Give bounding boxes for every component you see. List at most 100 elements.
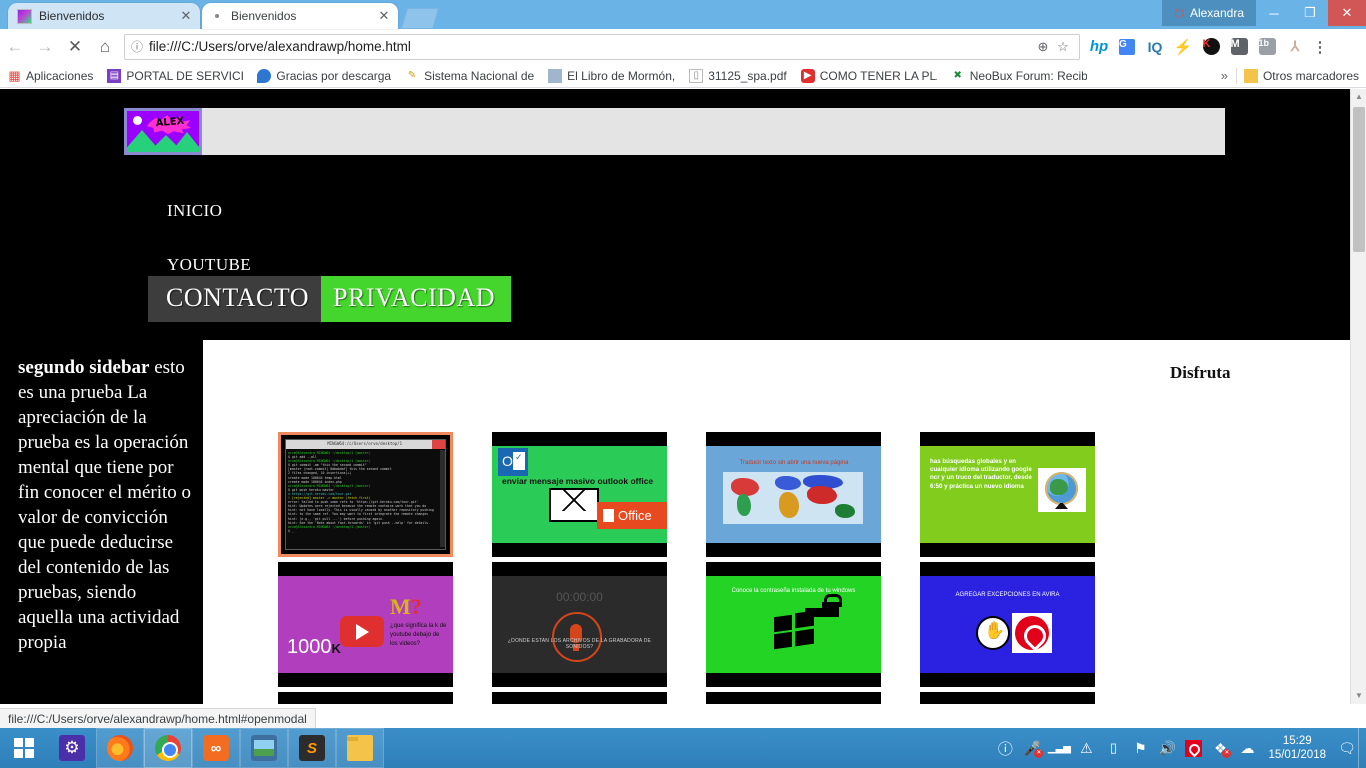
- thumb-git-terminal[interactable]: MINGW64:/c/Users/orve/desktop/1 orve@Ale…: [278, 432, 453, 557]
- bookmark-label: Aplicaciones: [26, 68, 94, 83]
- bookmarks-overflow-icon[interactable]: »: [1213, 68, 1236, 83]
- show-desktop-button[interactable]: [1358, 728, 1366, 768]
- privacidad-button[interactable]: PRIVACIDAD: [321, 276, 512, 322]
- taskbar-xampp[interactable]: ∞: [192, 728, 240, 768]
- office-logo: Office: [597, 502, 667, 529]
- thumb-row3-1[interactable]: [278, 692, 453, 704]
- windows-logo-icon: [14, 738, 34, 758]
- thumb-row3-2[interactable]: [492, 692, 667, 704]
- tb-extension-icon[interactable]: 1b: [1254, 34, 1280, 60]
- taskbar-explorer[interactable]: [336, 728, 384, 768]
- k-extension-icon[interactable]: K: [1198, 34, 1224, 60]
- window-maximize-button[interactable]: ❐: [1292, 0, 1328, 26]
- browser-tab-2[interactable]: Bienvenidos ✕: [202, 3, 398, 29]
- page-scrollbar[interactable]: ▲ ▼: [1350, 89, 1366, 704]
- zigzag-extension-icon[interactable]: ⚡: [1170, 34, 1196, 60]
- taskbar-chrome[interactable]: [144, 728, 192, 768]
- thumb-traducir-texto[interactable]: Traducir texto sin abrir una nueva págin…: [706, 432, 881, 557]
- new-tab-button[interactable]: [400, 8, 440, 29]
- thumb-body: 00:00:00 ¿DONDE ESTAN LOS ARCHIVOS DE LA…: [492, 576, 667, 673]
- browser-tab-1[interactable]: Bienvenidos ✕: [8, 3, 200, 29]
- bookmark-pdf[interactable]: ▯ 31125_spa.pdf: [682, 68, 794, 83]
- thumb-row3-4[interactable]: [920, 692, 1095, 704]
- hp-extension-icon[interactable]: hp: [1086, 34, 1112, 60]
- forward-icon[interactable]: →: [30, 37, 60, 57]
- flag-icon[interactable]: ⚑: [1131, 738, 1149, 758]
- avira-icon[interactable]: [1185, 739, 1203, 757]
- taskbar-clock[interactable]: 15:29 15/01/2018: [1264, 734, 1336, 762]
- bookmark-gracias[interactable]: Gracias por descarga: [250, 68, 398, 83]
- address-bar[interactable]: ⓘ file:///C:/Users/orve/alexandrawp/home…: [124, 33, 1080, 60]
- thumb-busquedas-globales[interactable]: has búsquedas globales y en cualquier id…: [920, 432, 1095, 557]
- scroll-down-icon[interactable]: ▼: [1351, 688, 1366, 704]
- thumb-youtube-1000k[interactable]: 1000K M? ¿que significa la k de youtube …: [278, 562, 453, 687]
- alex-logo[interactable]: ALEX: [124, 108, 202, 155]
- notifications-icon[interactable]: 🗨: [1336, 740, 1358, 757]
- thumb-outlook-masivo[interactable]: O enviar mensaje masivo outlook office O…: [492, 432, 667, 557]
- warning-network-icon[interactable]: ⚠: [1077, 738, 1095, 758]
- thumb-body: Traducir texto sin abrir una nueva págin…: [706, 446, 881, 543]
- scrollbar-thumb[interactable]: [1353, 107, 1365, 252]
- close-icon[interactable]: ✕: [376, 8, 392, 24]
- thumb-contrasena-windows[interactable]: Conoce la contraseña instalada de tu win…: [706, 562, 881, 687]
- terminal-scrollbar[interactable]: [440, 450, 445, 547]
- terminal-line: $ _: [288, 528, 294, 533]
- star-icon[interactable]: ☆: [1053, 39, 1073, 55]
- taskbar-firefox[interactable]: [96, 728, 144, 768]
- browser-menu-icon[interactable]: ⋮: [1310, 34, 1330, 60]
- balloon-icon: [257, 68, 272, 83]
- logo-artwork: ALEX: [127, 111, 199, 152]
- nav-item-inicio[interactable]: INICIO: [167, 201, 222, 221]
- user-profile-chip[interactable]: ⏻ Alexandra: [1162, 0, 1256, 26]
- tab-strip: Bienvenidos ✕ Bienvenidos ✕ ⏻ Alexandra …: [0, 0, 1366, 29]
- nav-item-youtube[interactable]: YOUTUBE: [167, 255, 251, 275]
- terminal-output: orve@Alexandra MINGW64 ~/desktop/1 (mast…: [288, 451, 439, 547]
- section-heading: Disfruta: [1170, 363, 1231, 382]
- bookmark-neobux[interactable]: ✖ NeoBux Forum: Recib: [944, 69, 1094, 83]
- scroll-up-icon[interactable]: ▲: [1351, 89, 1366, 105]
- iq-extension-icon[interactable]: IQ: [1142, 34, 1168, 60]
- stop-icon[interactable]: ✕: [60, 37, 90, 57]
- bookmark-portal[interactable]: ▤ PORTAL DE SERVICIO: [100, 68, 250, 83]
- bookmark-label: Gracias por descarga: [276, 68, 392, 83]
- thumb-row3-3[interactable]: PC y dispositivos Cambio de aplicación: [706, 692, 881, 704]
- google-translate-extension-icon[interactable]: G: [1114, 34, 1140, 60]
- page-info-icon[interactable]: ⓘ: [131, 38, 143, 55]
- bookmark-youtube[interactable]: ▶ COMO TENER LA PLA: [794, 68, 944, 83]
- microphone-muted-icon[interactable]: 🎤 ✕: [1023, 738, 1044, 758]
- thumb-excepciones-avira[interactable]: AGREGAR EXCEPCIONES EN AVIRA: [920, 562, 1095, 687]
- pdf-extension-icon[interactable]: ⅄: [1282, 34, 1308, 60]
- window-minimize-button[interactable]: ─: [1256, 0, 1292, 26]
- loading-dot-icon: [215, 14, 219, 18]
- status-link-text: file:///C:/Users/orve/alexandrawp/home.h…: [8, 711, 307, 726]
- battery-icon[interactable]: ▯: [1104, 738, 1122, 758]
- dropbox-error-icon[interactable]: ❖ ✕: [1211, 738, 1232, 758]
- onedrive-icon[interactable]: ☁: [1238, 738, 1256, 758]
- thumb-body: Conoce la contraseña instalada de tu win…: [706, 576, 881, 673]
- taskbar-settings[interactable]: ⚙: [48, 728, 96, 768]
- m-extension-icon[interactable]: M: [1226, 34, 1252, 60]
- document-icon: ▯: [689, 68, 704, 83]
- back-icon[interactable]: ←: [0, 37, 30, 57]
- window-close-button[interactable]: ✕: [1328, 0, 1366, 26]
- bookmark-libro-mormon[interactable]: El Libro de Mormón,: [541, 68, 682, 83]
- portal-icon: ▤: [107, 68, 122, 83]
- home-icon[interactable]: ⌂: [90, 37, 120, 57]
- bookmark-apps[interactable]: ▦ Aplicaciones: [0, 69, 100, 83]
- help-icon[interactable]: ⓘ: [996, 738, 1014, 758]
- taskbar-sublime[interactable]: S: [288, 728, 336, 768]
- signal-bars-icon[interactable]: ▁▃▅: [1048, 738, 1071, 758]
- bookmark-sistema[interactable]: ✎ Sistema Nacional de: [398, 69, 541, 83]
- taskbar-photos[interactable]: [240, 728, 288, 768]
- office-label: Office: [618, 508, 652, 523]
- contacto-button[interactable]: CONTACTO: [148, 276, 328, 322]
- tab-title: Bienvenidos: [231, 9, 297, 23]
- close-icon[interactable]: ✕: [178, 8, 194, 24]
- thumb-grabadora-sonidos[interactable]: 00:00:00 ¿DONDE ESTAN LOS ARCHIVOS DE LA…: [492, 562, 667, 687]
- zoom-icon[interactable]: ⊕: [1033, 39, 1053, 55]
- thumb-caption: ¿que significa la k de youtube debajo de…: [390, 623, 447, 647]
- gear-icon: ⚙: [59, 735, 85, 761]
- start-button[interactable]: [0, 728, 48, 768]
- bookmark-other-folder[interactable]: Otros marcadores: [1237, 68, 1366, 83]
- volume-icon[interactable]: 🔊: [1158, 738, 1176, 758]
